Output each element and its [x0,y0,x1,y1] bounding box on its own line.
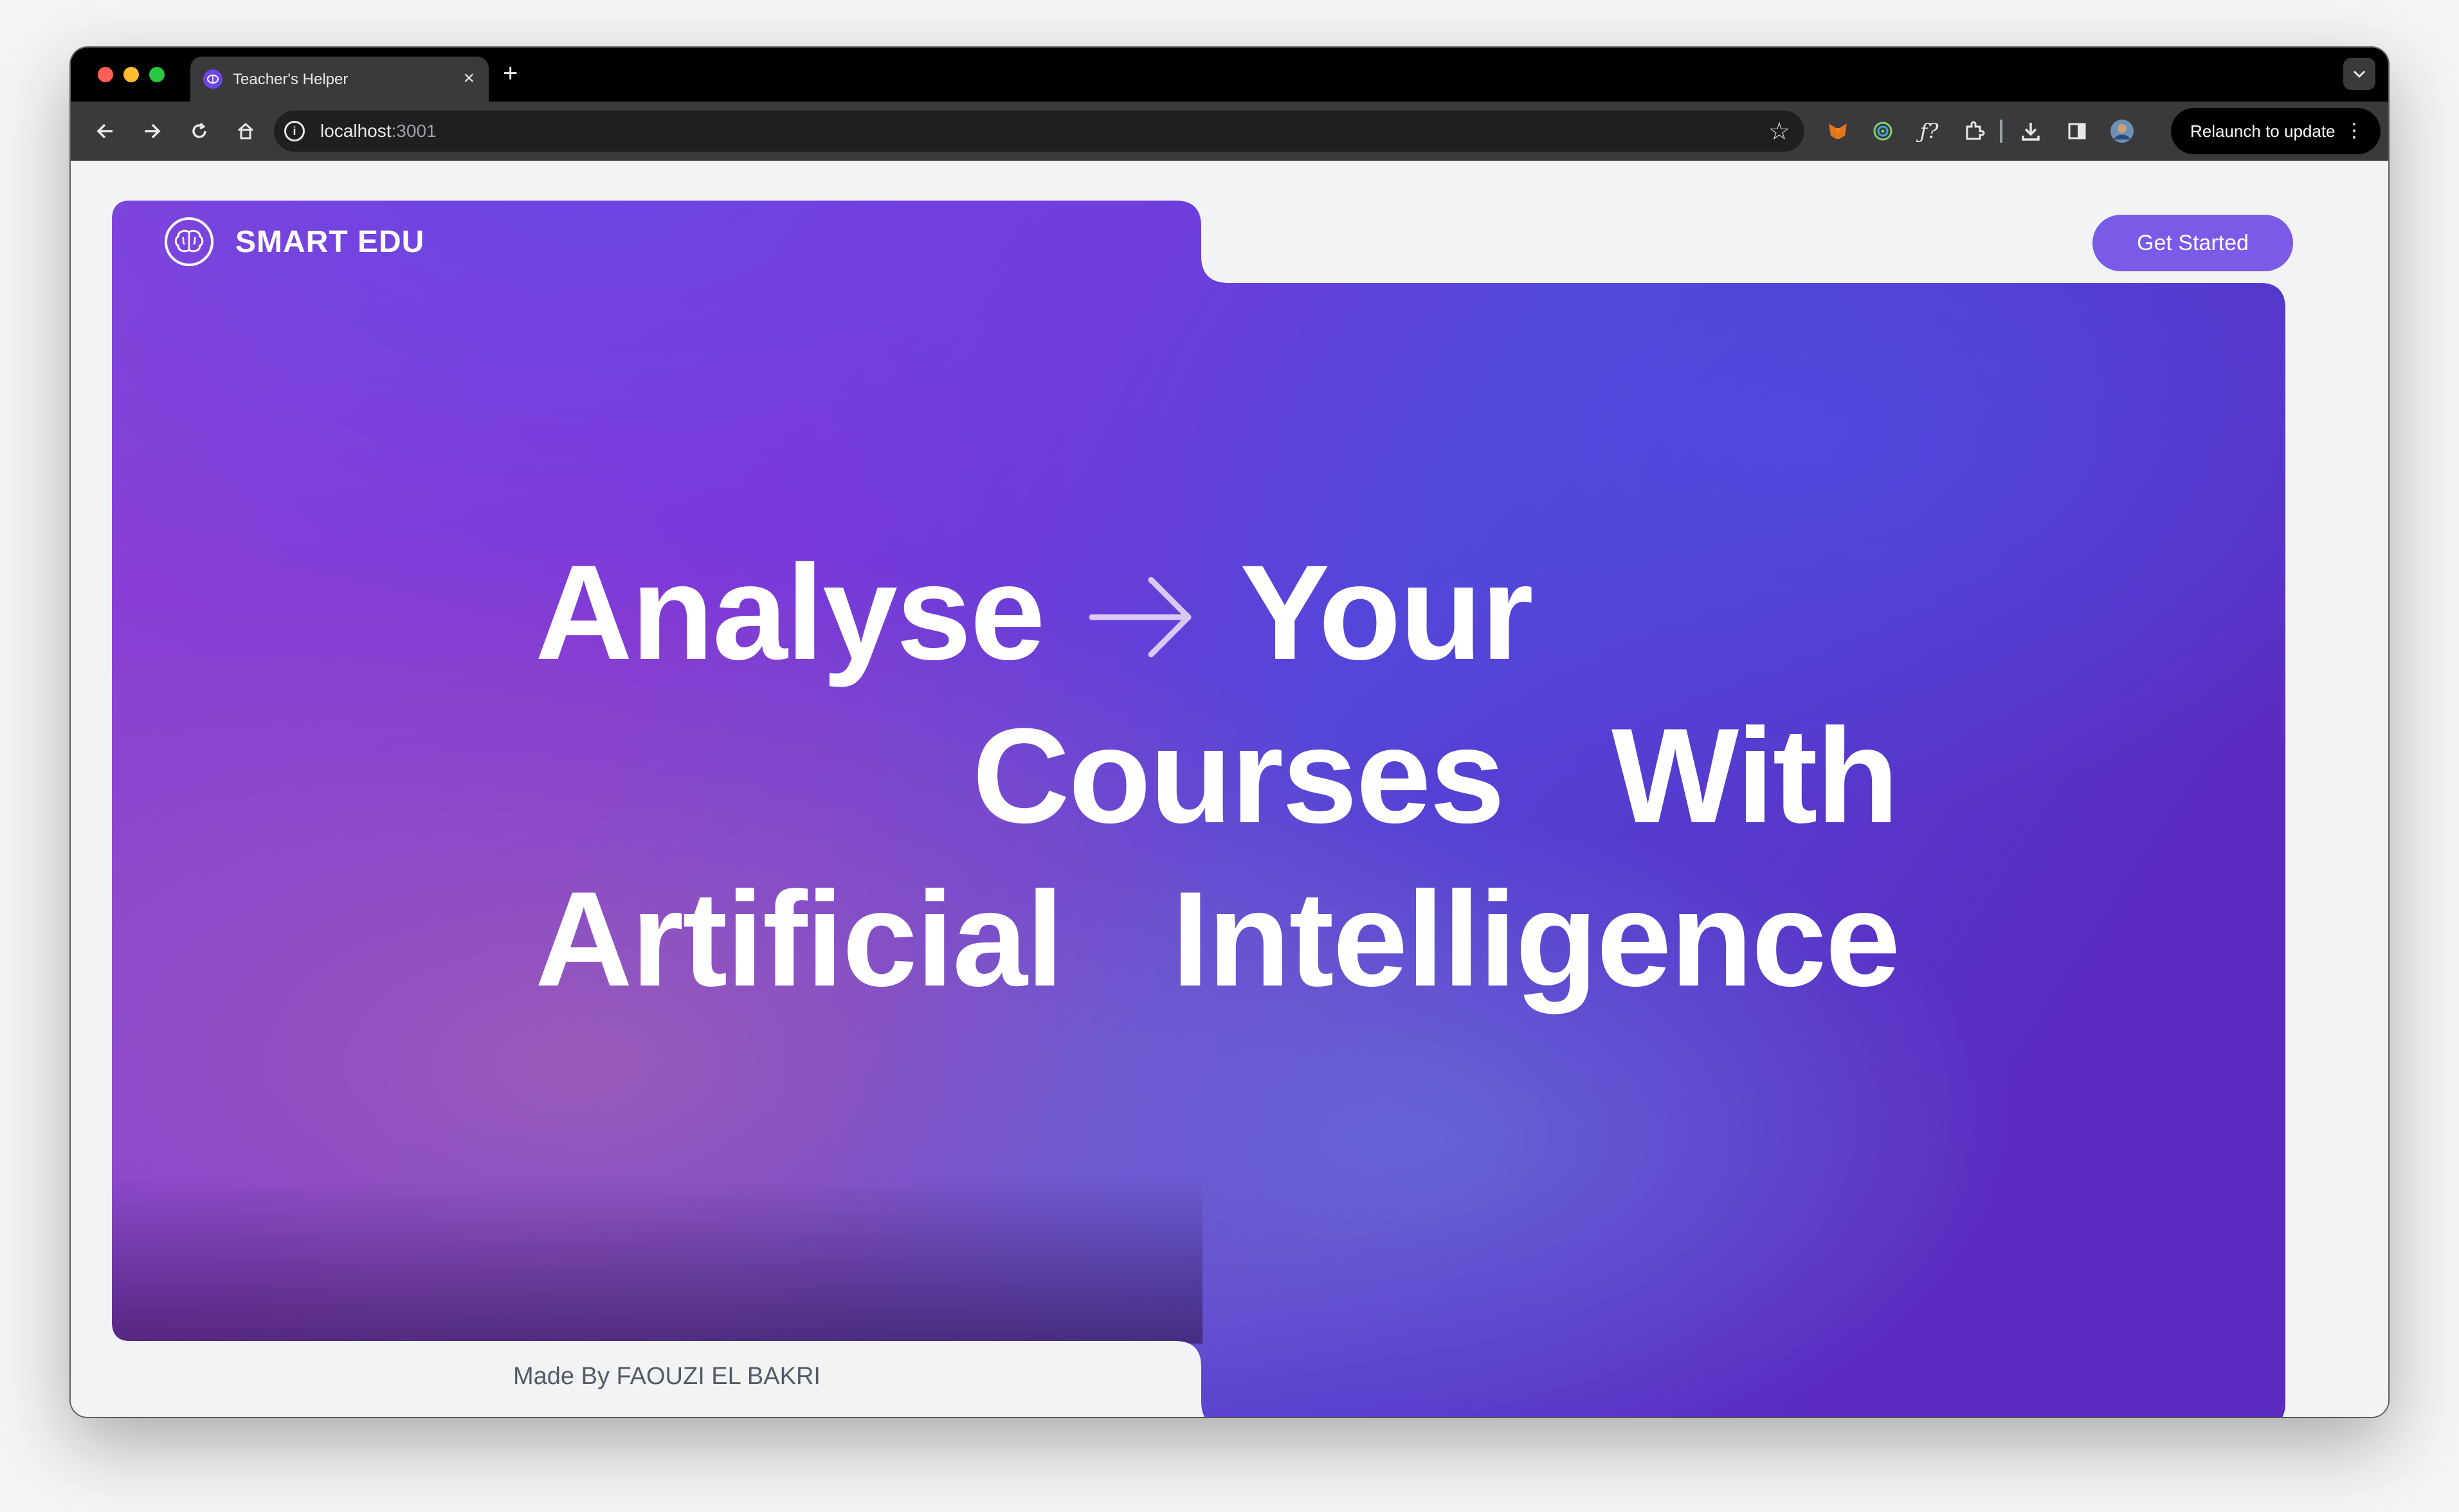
site-info-icon[interactable]: i [284,121,305,141]
page-content: SMART EDU Get Started Analyse Your Cours… [71,161,2388,1417]
home-icon[interactable] [230,116,261,147]
relaunch-label: Relaunch to update [2190,121,2336,141]
reload-icon[interactable] [184,116,215,147]
back-icon[interactable] [90,116,121,147]
brain-favicon-icon [203,69,222,89]
extensions-puzzle-icon[interactable] [1959,116,1990,147]
relaunch-to-update-button[interactable]: Relaunch to update ⋮ [2171,108,2381,154]
url-text: localhost:3001 [320,121,437,141]
more-menu-icon[interactable]: ⋮ [2345,118,2364,144]
formula-extension-icon[interactable]: ƒ? [1914,116,1945,147]
tab-title: Teacher's Helper [233,71,349,88]
brand[interactable]: SMART EDU [165,217,424,266]
headline-courses: Courses [972,700,1505,851]
browser-window: Teacher's Helper × + i localhost:3001 ☆ [71,48,2388,1417]
tab-teachers-helper[interactable]: Teacher's Helper × [190,57,489,102]
tab-strip: Teacher's Helper × + [71,48,2388,102]
headline-analyse: Analyse [535,537,1045,688]
address-bar[interactable]: i localhost:3001 ☆ [274,111,1804,152]
headline-artificial: Artificial [535,863,1064,1014]
headline-your: Your [1240,537,1534,688]
close-tab-icon[interactable]: × [463,67,475,90]
close-window-button[interactable] [98,67,113,82]
footer-credit: Made By FAOUZI EL BAKRI [513,1363,821,1390]
arrow-right-icon [1089,577,1192,658]
minimize-window-button[interactable] [123,67,139,82]
side-panel-icon[interactable] [2062,116,2092,147]
brand-name: SMART EDU [235,224,425,259]
toolbar-divider [2000,120,2002,143]
maximize-window-button[interactable] [149,67,165,82]
headline-intelligence: Intelligence [1172,863,1900,1014]
tab-search-button[interactable] [2343,58,2375,90]
headline-with: With [1611,700,1899,851]
brain-logo-icon [165,217,213,266]
bookmark-star-icon[interactable]: ☆ [1768,117,1790,146]
target-extension-icon[interactable] [1867,116,1898,147]
profile-avatar[interactable] [2107,116,2137,147]
metamask-extension-icon[interactable] [1822,116,1853,147]
forward-icon[interactable] [136,116,167,147]
download-icon[interactable] [2015,116,2046,147]
get-started-button[interactable]: Get Started [2092,215,2293,271]
new-tab-button[interactable]: + [503,59,518,87]
browser-toolbar: i localhost:3001 ☆ ƒ? Relaunch to update… [71,102,2388,161]
